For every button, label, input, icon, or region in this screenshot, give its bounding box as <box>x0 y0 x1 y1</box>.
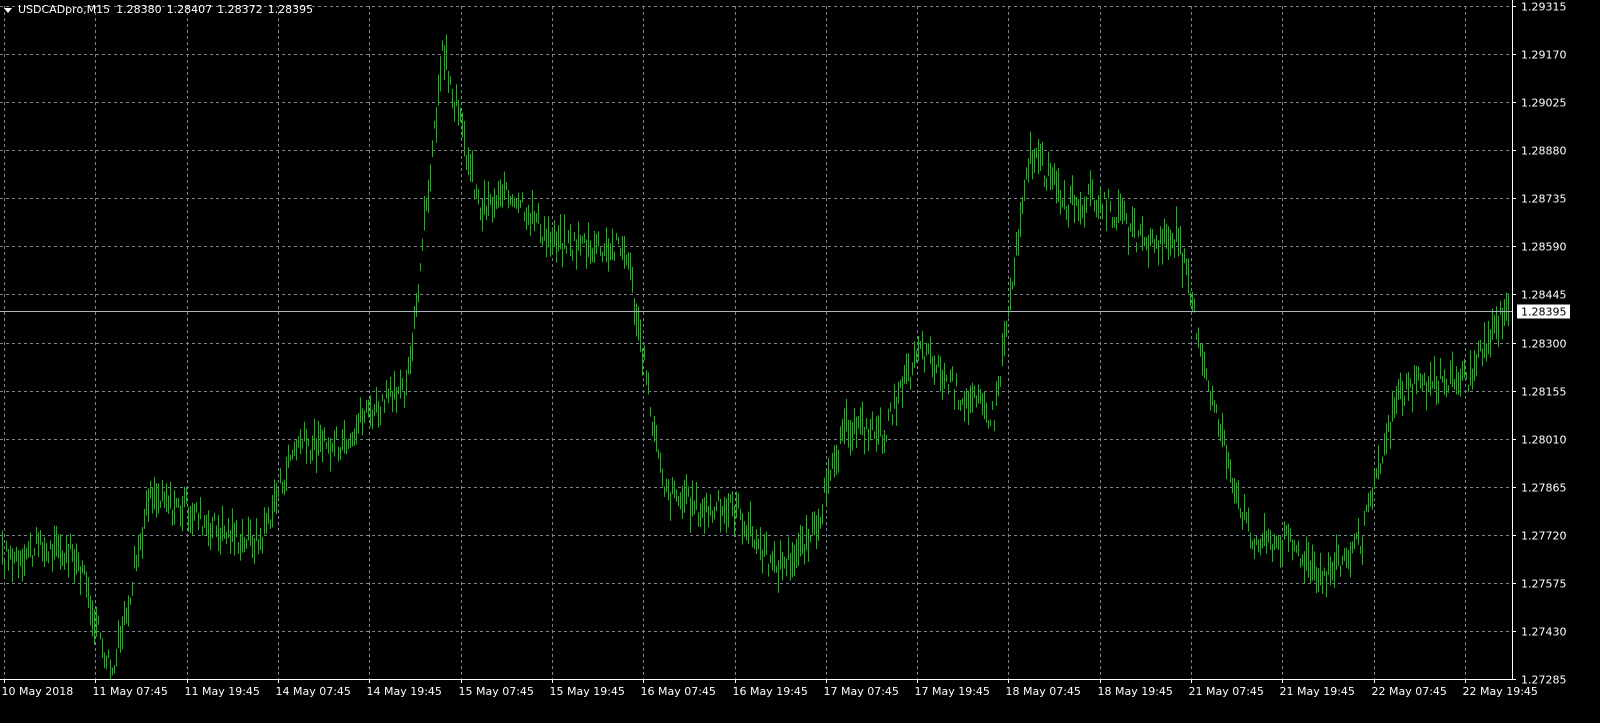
x-tick-label: 10 May 2018 <box>2 685 74 698</box>
symbol-label: USDCADpro,M15 <box>18 3 111 16</box>
y-tick-label: 1.28735 <box>1521 193 1567 206</box>
y-tick-label: 1.28445 <box>1521 289 1567 302</box>
x-tick-label: 11 May 07:45 <box>93 685 168 698</box>
y-tick-label: 1.28590 <box>1521 241 1567 254</box>
x-tick-label: 14 May 07:45 <box>276 685 351 698</box>
y-tick-label: 1.29315 <box>1521 1 1567 14</box>
open-value: 1.28380 <box>116 3 162 16</box>
x-tick-label: 17 May 19:45 <box>915 685 990 698</box>
y-tick-label: 1.28155 <box>1521 386 1567 399</box>
ohlc-values: 1.28380 1.28407 1.28372 1.28395 <box>116 3 313 17</box>
x-tick-label: 21 May 07:45 <box>1189 685 1264 698</box>
low-value: 1.28372 <box>217 3 263 16</box>
high-value: 1.28407 <box>166 3 213 16</box>
chart-area[interactable]: 1.29315 1.29170 1.29025 1.28880 1.28735 1.285… <box>0 0 1600 718</box>
x-tick-label: 16 May 07:45 <box>641 685 716 698</box>
x-tick-label: 15 May 07:45 <box>459 685 534 698</box>
y-tick-label: 1.27430 <box>1521 626 1567 639</box>
grid-lines <box>0 6 1512 680</box>
x-tick-label: 21 May 19:45 <box>1280 685 1355 698</box>
y-tick-label: 1.28300 <box>1521 338 1567 351</box>
y-tick-label: 1.27720 <box>1521 530 1567 543</box>
axes: 1.29315 1.29170 1.29025 1.28880 1.28735 1.285… <box>0 0 1570 698</box>
x-tick-label: 22 May 07:45 <box>1372 685 1447 698</box>
y-tick-label: 1.29170 <box>1521 49 1567 62</box>
x-tick-label: 16 May 19:45 <box>733 685 808 698</box>
price-chart[interactable]: 1.29315 1.29170 1.29025 1.28880 1.28735 1.285… <box>0 0 1600 718</box>
y-tick-label: 1.29025 <box>1521 97 1567 110</box>
dropdown-arrow-icon[interactable] <box>4 7 12 13</box>
current-price-label: 1.28395 <box>1521 306 1567 319</box>
y-tick-label: 1.28880 <box>1521 145 1567 158</box>
x-tick-label: 17 May 07:45 <box>824 685 899 698</box>
x-tick-label: 15 May 19:45 <box>550 685 625 698</box>
symbol-header[interactable]: USDCADpro,M15 1.28380 1.28407 1.28372 1.… <box>4 3 313 17</box>
y-tick-label: 1.27865 <box>1521 482 1567 495</box>
candles-layer <box>0 34 1512 679</box>
y-tick-label: 1.27575 <box>1521 578 1567 591</box>
x-tick-label: 14 May 19:45 <box>367 685 442 698</box>
close-value: 1.28395 <box>267 3 314 16</box>
x-tick-label: 18 May 07:45 <box>1006 685 1081 698</box>
x-tick-label: 22 May 19:45 <box>1463 685 1538 698</box>
x-tick-label: 18 May 19:45 <box>1098 685 1173 698</box>
x-tick-label: 11 May 19:45 <box>185 685 260 698</box>
y-tick-label: 1.28010 <box>1521 434 1567 447</box>
